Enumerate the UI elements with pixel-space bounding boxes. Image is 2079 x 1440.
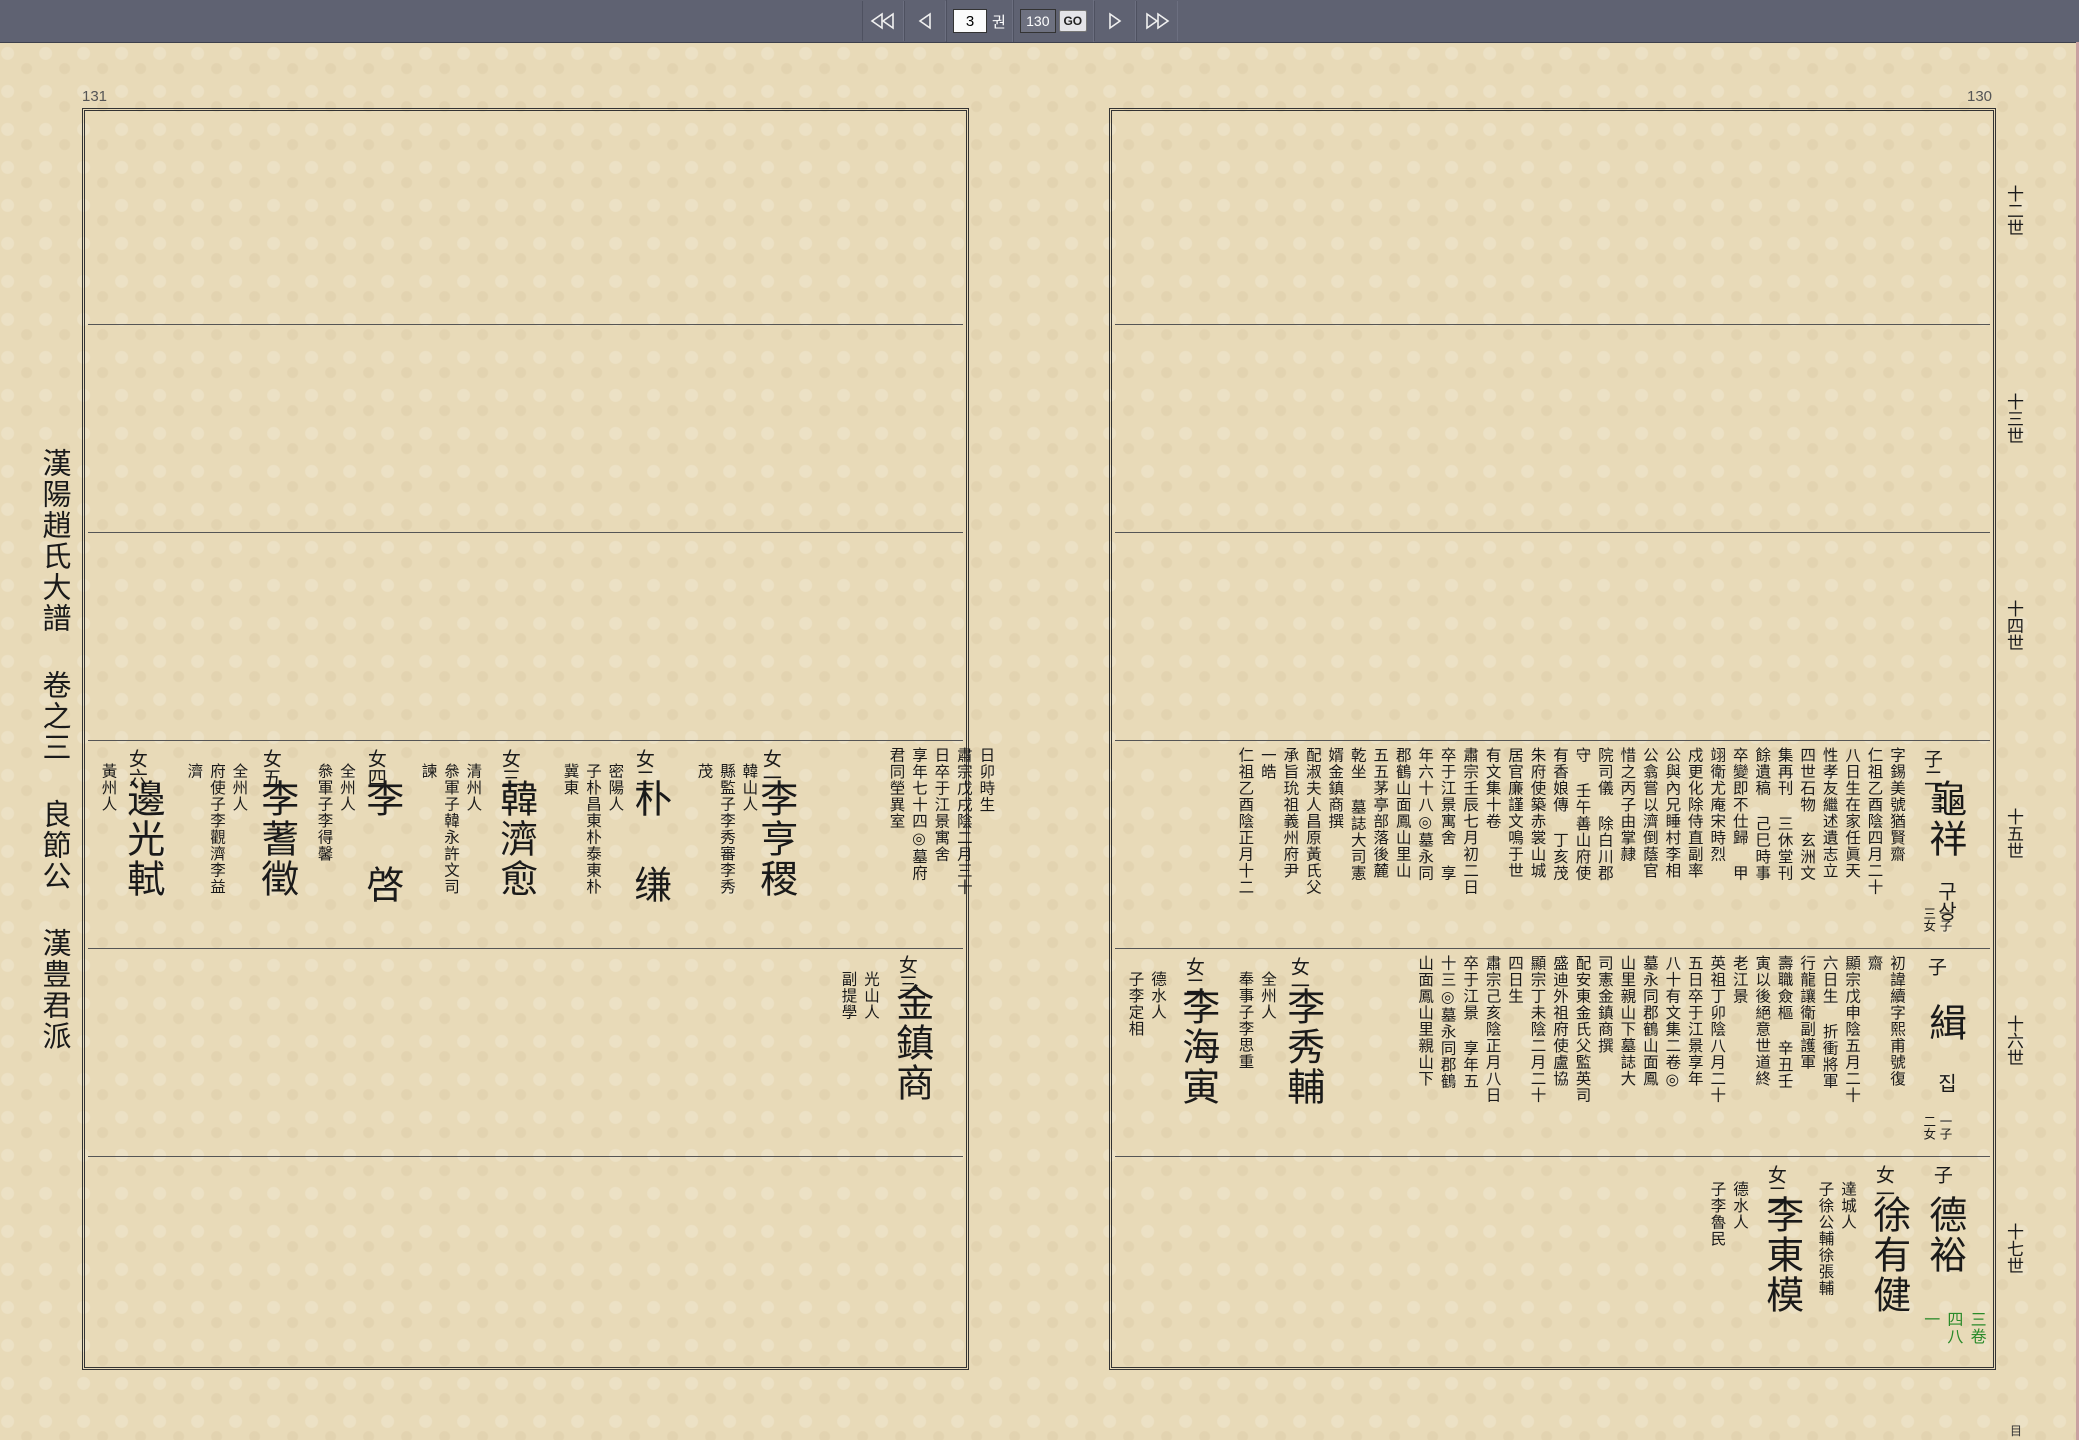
entry-notes: 全州人 奉事子李思重: [1236, 971, 1277, 1070]
last-page-button[interactable]: [1135, 1, 1178, 41]
generation-label-15: 十五世: [2003, 808, 2023, 859]
generation-label-13: 十三世: [2003, 393, 2023, 444]
volume-selector: 권: [946, 0, 1013, 42]
entry-name: 緝: [1922, 1003, 1967, 1043]
entry-name: 李蓍徵: [254, 779, 299, 899]
row-divider: [1115, 532, 1990, 533]
double-left-arrow-icon: [870, 12, 894, 30]
row-divider: [1115, 948, 1990, 949]
page-jump: GO: [1012, 0, 1094, 42]
entry-name: 朴 缣: [627, 779, 672, 905]
entry-notes: 密陽人 子朴昌東朴泰東朴 冀東: [561, 763, 625, 895]
entry-name: 韓濟愈: [493, 779, 538, 899]
prev-page-button[interactable]: [904, 1, 946, 41]
volume-unit-label: 권: [992, 12, 1006, 31]
entry-notes: 清州人 叅軍子韓永許文司諫: [419, 763, 483, 895]
left-page: 日卯時生 肅宗戊戌陰二月三十 日卒于江景寓舍 享年七十四◎墓府 君同塋異室 女一 李亨稷…: [82, 108, 995, 1370]
right-page: 子二 龜祥 구상 一子 三女 字錫美號猶賢齋 仁祖乙酉陰四月二十 八日生在家任眞天性…: [1109, 108, 1996, 1370]
entry-name: 李秀輔: [1280, 987, 1325, 1107]
entry-name: 徐有健: [1866, 1195, 1911, 1315]
entry-notes: 達城人 子徐公輔徐張輔: [1816, 1181, 1857, 1297]
entry-notes: 日卯時生 肅宗戊戌陰二月三十 日卒于江景寓舍 享年七十四◎墓府 君同塋異室: [887, 747, 996, 896]
row-divider: [1115, 740, 1990, 741]
page-number-input[interactable]: [1019, 9, 1056, 33]
row-divider: [1115, 1156, 1990, 1157]
generation-label-14: 十四世: [2003, 600, 2023, 651]
entry-relation: 子: [1930, 1165, 1953, 1184]
entry-notes: 光山人 副提學: [839, 971, 880, 1021]
row-divider: [88, 948, 963, 949]
row-divider: [88, 532, 963, 533]
volume-input[interactable]: [953, 9, 987, 33]
entry-name: 德裕: [1922, 1195, 1967, 1275]
first-page-button[interactable]: [862, 1, 904, 41]
entry-notes: 韓山人 縣監子李秀審李秀茂: [695, 763, 759, 895]
left-page-number: 131: [82, 88, 108, 105]
right-arrow-icon: [1109, 12, 1122, 30]
entry-name: 李 啓: [359, 779, 404, 905]
entry-notes: 黃州人: [99, 763, 118, 813]
viewer-toolbar: 권 GO: [0, 0, 2079, 43]
double-right-arrow-icon: [1146, 12, 1170, 30]
entry-notes: 全州人 叅軍子李得馨: [315, 763, 356, 862]
row-divider: [1115, 324, 1990, 325]
row-divider: [88, 740, 963, 741]
entry-hangul-reading: 집: [1934, 1073, 1958, 1093]
generation-label-12: 十二世: [2003, 185, 2023, 236]
go-button[interactable]: GO: [1058, 10, 1087, 32]
entry-name: 金鎮商: [889, 983, 934, 1103]
right-page-number: 130: [1967, 88, 1993, 105]
entry-notes: 德水人 子李定相: [1126, 971, 1167, 1037]
entry-name: 李東模: [1759, 1195, 1804, 1315]
entry-name: 李海寅: [1175, 987, 1220, 1107]
book-title: 漢陽趙氏大譜 卷之三 良節公 漢豊君派: [38, 448, 72, 1052]
left-arrow-icon: [918, 12, 931, 30]
entry-relation: 子: [1924, 957, 1947, 976]
generation-label-17: 十七世: [2003, 1223, 2023, 1274]
row-divider: [88, 1156, 963, 1157]
entry-notes: 全州人 府使子李觀濟李益濟: [185, 763, 249, 895]
corner-mark: 目: [2010, 1424, 2023, 1438]
entry-notes: 初諱續字熙甫號復齋顯宗戊申陰五月二十 六日生 折衝將軍 行龍讓衛副護軍 壽職僉樞 辛丑…: [1416, 955, 1906, 1104]
entry-name: 龜祥: [1922, 779, 1967, 859]
generation-label-16: 十六世: [2003, 1015, 2023, 1066]
entry-children-count: 一子 二女: [1921, 1115, 1953, 1140]
entry-name: 邊光軾: [120, 779, 165, 899]
next-page-button[interactable]: [1093, 1, 1136, 41]
pagination-controls: 권 GO: [862, 0, 1178, 42]
entry-notes: 德水人 子李魯民: [1708, 1181, 1749, 1247]
entry-notes: 字錫美號猶賢齋 仁祖乙酉陰四月二十 八日生在家任眞天 性孝友繼述遺志立 四世石物 玄洲文…: [1236, 747, 1906, 896]
volume-page-reference: 三卷 四八一: [1921, 1311, 1987, 1345]
entry-children-count: 一子 三女: [1921, 907, 1953, 932]
row-divider: [88, 324, 963, 325]
